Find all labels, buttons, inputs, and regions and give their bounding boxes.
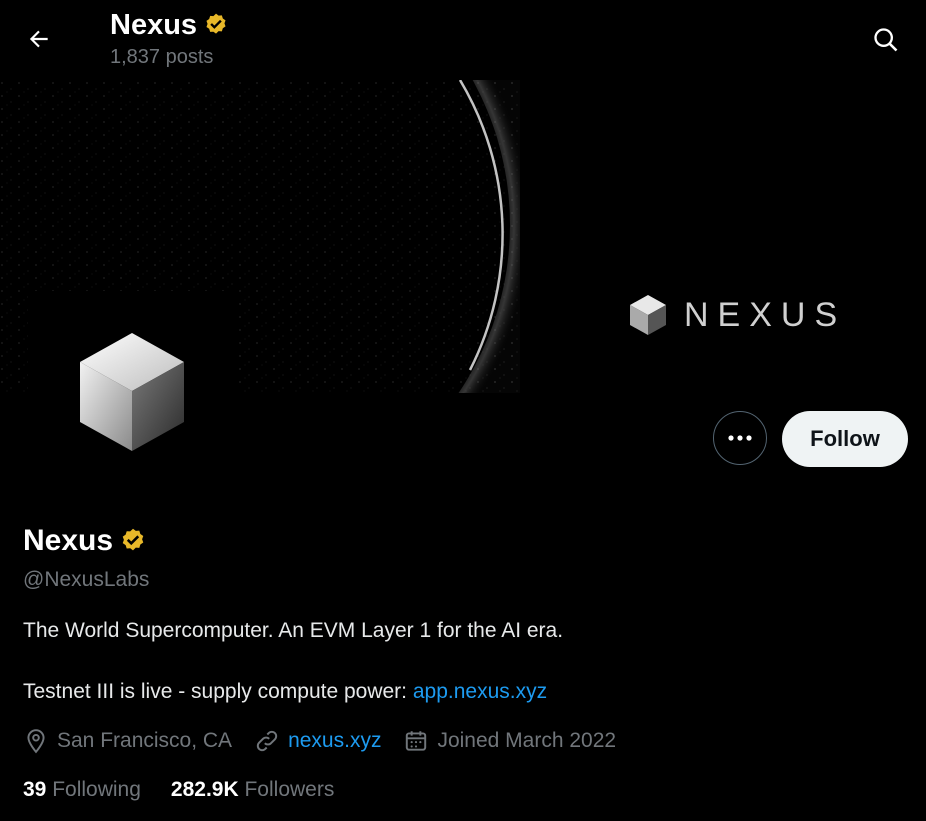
bio-link[interactable]: app.nexus.xyz (413, 680, 547, 703)
link-icon (256, 730, 278, 752)
following-count: 39 (23, 778, 47, 801)
verified-badge-icon (206, 13, 226, 34)
nexus-logo-icon (630, 295, 666, 335)
followers-count: 282.9K (170, 778, 239, 801)
bio-line-2: Testnet III is live - supply compute pow… (23, 680, 547, 704)
banner-brand-text: NEXUS (684, 295, 847, 334)
followers-label: Followers (244, 778, 335, 801)
following-link[interactable]: 39 Following (23, 778, 141, 802)
joined-text: Joined March 2022 (437, 729, 617, 752)
website-item: nexus.xyz (254, 728, 381, 754)
back-button[interactable] (20, 20, 58, 58)
profile-avatar[interactable] (28, 291, 236, 493)
calendar-icon (406, 731, 427, 751)
location-pin-icon (27, 729, 45, 754)
bio-line-1: The World Supercomputer. An EVM Layer 1 … (23, 619, 564, 642)
more-horizontal-icon (728, 435, 752, 441)
profile-meta: San Francisco, CA nexus.xyz Joined March… (23, 728, 638, 754)
banner-brand: NEXUS (628, 293, 846, 337)
verified-badge-icon[interactable] (119, 527, 147, 555)
profile-handle: @NexusLabs (23, 568, 150, 591)
joined-item: Joined March 2022 (403, 728, 616, 754)
following-label: Following (52, 778, 141, 801)
header-title-block: Nexus 1,837 posts (110, 8, 229, 69)
followers-link[interactable]: 282.9K Followers (171, 778, 334, 802)
nexus-cube-logo-icon (80, 333, 184, 451)
posts-count: 1,837 posts (110, 46, 214, 68)
search-icon (874, 28, 898, 52)
location-text: San Francisco, CA (57, 729, 233, 752)
profile-stats: 39 Following 282.9K Followers (23, 778, 364, 802)
arrow-left-icon (29, 30, 48, 48)
website-link[interactable]: nexus.xyz (288, 729, 381, 753)
search-button[interactable] (868, 22, 904, 58)
profile-name-row: Nexus (23, 524, 147, 558)
bio-line-2-text: Testnet III is live - supply compute pow… (23, 680, 413, 703)
follow-button[interactable]: Follow (782, 411, 908, 467)
location-item: San Francisco, CA (23, 728, 232, 754)
profile-name: Nexus (23, 524, 114, 557)
more-options-button[interactable] (713, 411, 767, 465)
header-title: Nexus (110, 9, 198, 41)
top-bar: Nexus 1,837 posts (0, 0, 926, 80)
